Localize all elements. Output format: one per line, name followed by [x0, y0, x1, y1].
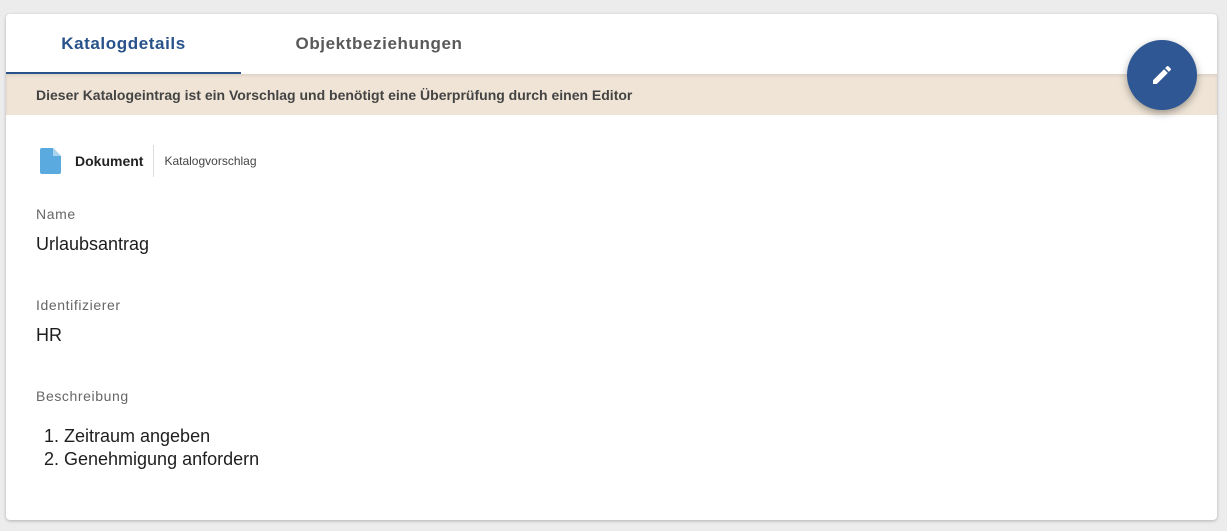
- description-list: Zeitraum angeben Genehmigung anfordern: [36, 425, 259, 471]
- item-type-label: Dokument: [75, 153, 144, 169]
- document-icon: [40, 148, 61, 174]
- list-item: Zeitraum angeben: [64, 425, 259, 448]
- tab-bar: Katalogdetails Objektbeziehungen: [6, 14, 1217, 74]
- identifier-label: Identifizierer: [36, 297, 121, 313]
- tab-katalogdetails[interactable]: Katalogdetails: [6, 14, 241, 74]
- item-status-label: Katalogvorschlag: [164, 154, 257, 168]
- tab-label: Katalogdetails: [61, 34, 186, 53]
- proposal-banner: Dieser Katalogeintrag ist ein Vorschlag …: [6, 74, 1217, 115]
- banner-text: Dieser Katalogeintrag ist ein Vorschlag …: [36, 86, 633, 103]
- identifier-value: HR: [36, 325, 62, 345]
- divider: [153, 145, 155, 177]
- item-type-row: Dokument Katalogvorschlag: [40, 145, 257, 177]
- pencil-icon: [1153, 65, 1172, 84]
- edit-button[interactable]: [1127, 40, 1197, 110]
- description-label: Beschreibung: [36, 388, 129, 404]
- name-value: Urlaubsantrag: [36, 234, 150, 254]
- tab-objektbeziehungen[interactable]: Objektbeziehungen: [241, 14, 517, 74]
- tab-label: Objektbeziehungen: [295, 34, 463, 53]
- catalog-details-card: Katalogdetails Objektbeziehungen Dieser …: [6, 14, 1217, 520]
- name-label: Name: [36, 206, 76, 222]
- list-item: Genehmigung anfordern: [64, 448, 259, 471]
